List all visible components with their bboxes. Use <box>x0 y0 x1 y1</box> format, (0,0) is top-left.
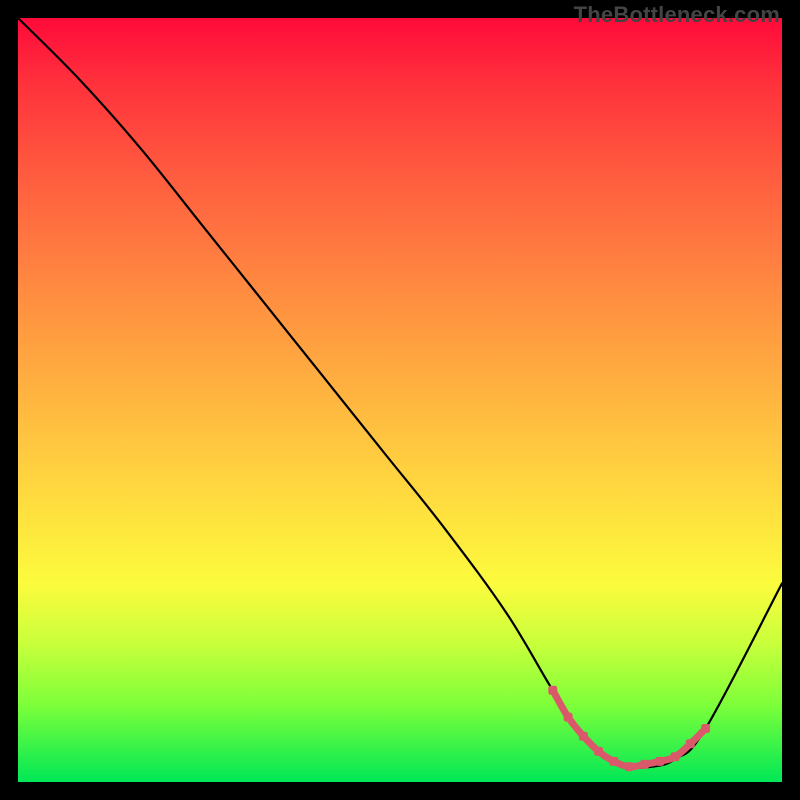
plot-area <box>18 18 782 782</box>
chart-frame: TheBottleneck.com <box>0 0 800 800</box>
curve-svg <box>18 18 782 782</box>
optimal-marker <box>625 762 634 771</box>
bottleneck-curve-path <box>18 18 782 768</box>
optimal-marker <box>609 757 618 766</box>
optimal-marker <box>655 757 664 766</box>
optimal-range-line <box>553 690 706 767</box>
optimal-marker <box>594 747 603 756</box>
optimal-range-markers <box>548 686 710 771</box>
watermark-text: TheBottleneck.com <box>574 2 780 28</box>
optimal-marker <box>548 686 557 695</box>
optimal-marker <box>640 760 649 769</box>
optimal-marker <box>564 713 573 722</box>
optimal-marker <box>686 739 695 748</box>
optimal-marker <box>671 752 680 761</box>
optimal-marker <box>579 732 588 741</box>
optimal-marker <box>701 724 710 733</box>
